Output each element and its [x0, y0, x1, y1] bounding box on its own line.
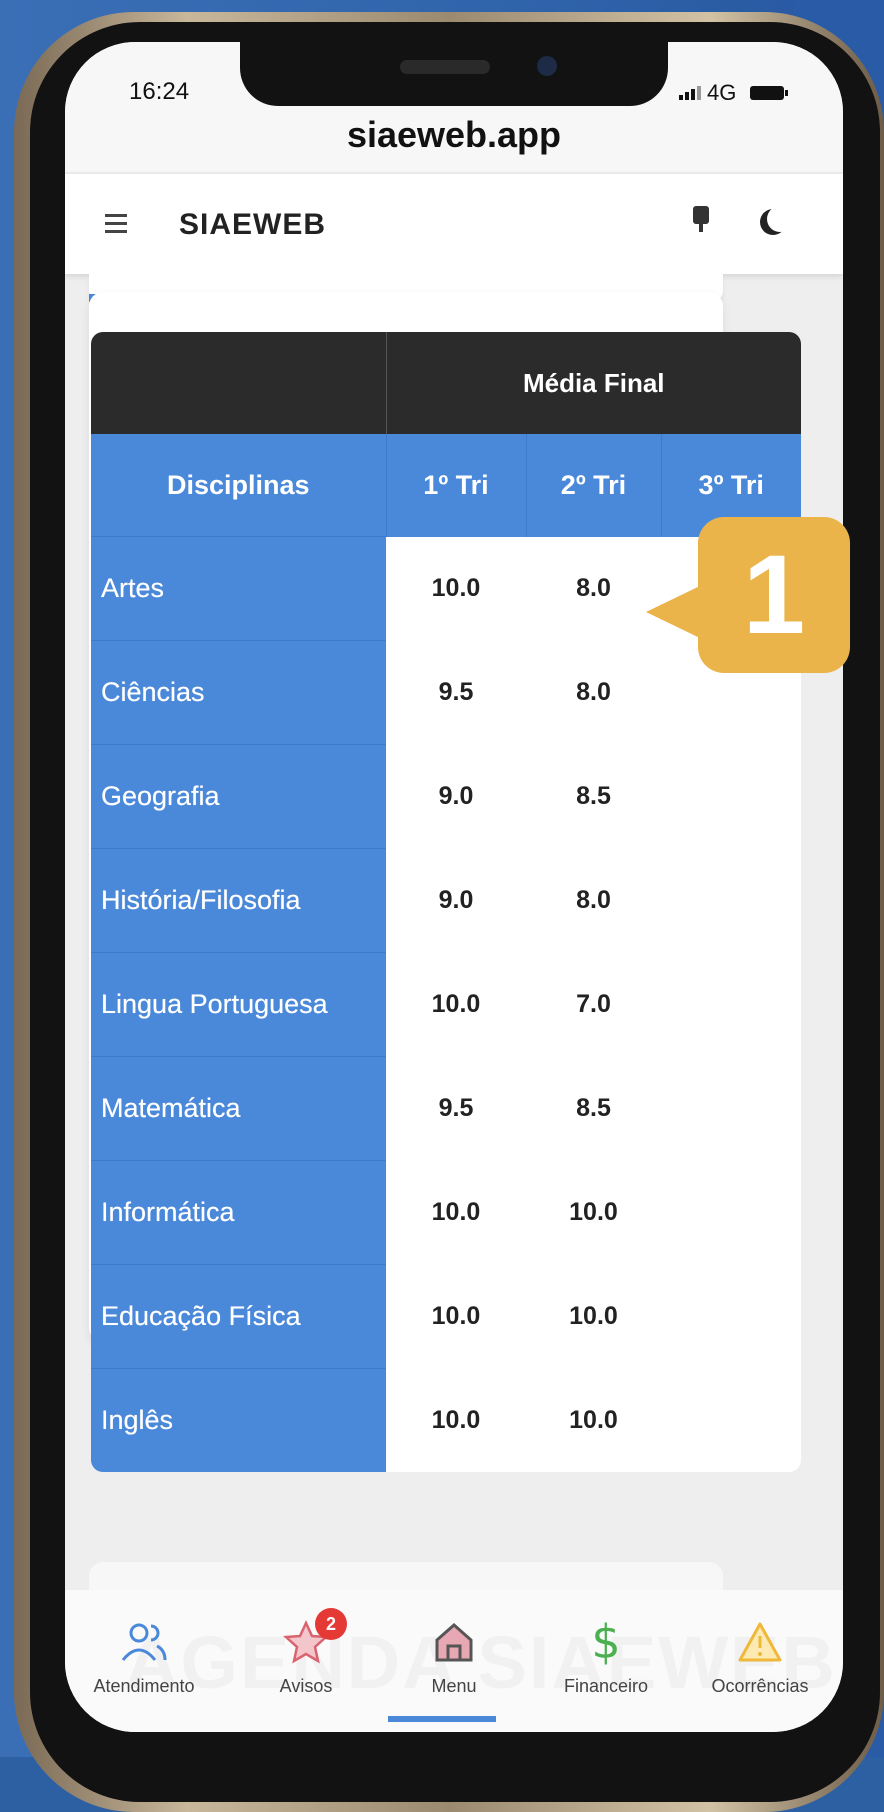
discipline-name: Matemática	[91, 1056, 386, 1161]
nav-label: Financeiro	[563, 1676, 649, 1696]
grade-3-tri	[661, 1264, 801, 1369]
table-row: Educação Física 10.0 10.0	[91, 1264, 801, 1369]
table-row: Informática 10.0 10.0	[91, 1160, 801, 1265]
home-icon	[379, 1612, 529, 1672]
nav-item-menu[interactable]: Menu	[379, 1612, 529, 1697]
users-icon	[69, 1612, 219, 1672]
table-row: Ciências 9.5 8.0	[91, 640, 801, 745]
warning-icon	[685, 1612, 835, 1672]
nav-item-atendimento[interactable]: Atendimento	[69, 1612, 219, 1697]
media-final-header: Média Final	[386, 332, 801, 434]
discipline-name: Educação Física	[91, 1264, 386, 1369]
grade-3-tri	[661, 952, 801, 1057]
network-type: 4G	[707, 80, 737, 105]
nav-label: Avisos	[279, 1676, 333, 1696]
table-row: Matemática 9.5 8.5	[91, 1056, 801, 1161]
notification-icon[interactable]	[693, 206, 709, 232]
star-icon: 2	[231, 1608, 381, 1672]
app-bar: SIAEWEB	[65, 174, 843, 274]
nav-item-ocorrencias[interactable]: Ocorrências	[685, 1612, 835, 1697]
battery-icon	[750, 86, 789, 100]
grade-2-tri: 10.0	[526, 1368, 661, 1472]
column-header-disciplinas: Disciplinas	[91, 434, 387, 537]
grade-3-tri	[661, 744, 801, 849]
avisos-badge: 2	[315, 1608, 347, 1640]
table-row: Inglês 10.0 10.0	[91, 1368, 801, 1472]
grade-2-tri: 8.0	[526, 640, 661, 745]
grade-1-tri: 10.0	[386, 1264, 526, 1369]
grade-2-tri: 10.0	[526, 1160, 661, 1265]
grade-2-tri: 8.5	[526, 1056, 661, 1161]
grade-3-tri	[661, 1056, 801, 1161]
discipline-name: Inglês	[91, 1368, 386, 1472]
nav-label: Ocorrências	[711, 1676, 809, 1696]
discipline-name: Lingua Portuguesa	[91, 952, 386, 1057]
browser-url[interactable]: siaeweb.app	[65, 114, 843, 156]
dark-mode-moon-icon[interactable]	[767, 206, 793, 232]
active-tab-indicator	[388, 1716, 496, 1722]
grade-3-tri	[661, 1160, 801, 1265]
discipline-name: História/Filosofia	[91, 848, 386, 953]
column-header-2-tri: 2º Tri	[526, 434, 662, 537]
grade-2-tri: 8.0	[526, 848, 661, 953]
phone-screen: 16:24 4G siaeweb.app SIAEWEB Média Final…	[65, 42, 843, 1732]
speaker	[400, 60, 490, 74]
table-row: Geografia 9.0 8.5	[91, 744, 801, 849]
camera-icon	[537, 56, 557, 76]
discipline-name: Geografia	[91, 744, 386, 849]
grade-1-tri: 10.0	[386, 1368, 526, 1472]
grade-1-tri: 9.0	[386, 744, 526, 849]
dollar-icon: $	[591, 1615, 621, 1669]
signal-icon	[679, 86, 701, 100]
callout-number-badge: 1	[698, 517, 850, 673]
status-signal: 4G	[679, 80, 789, 106]
grade-1-tri: 10.0	[386, 1160, 526, 1265]
table-row: História/Filosofia 9.0 8.0	[91, 848, 801, 953]
discipline-name: Ciências	[91, 640, 386, 745]
nav-label: Atendimento	[93, 1676, 195, 1696]
status-time: 16:24	[129, 78, 190, 105]
nav-item-avisos[interactable]: 2 Avisos	[231, 1608, 381, 1697]
table-row: Lingua Portuguesa 10.0 7.0	[91, 952, 801, 1057]
grade-1-tri: 10.0	[386, 536, 526, 641]
discipline-name: Informática	[91, 1160, 386, 1265]
grade-1-tri: 9.5	[386, 640, 526, 745]
header-blank-cell	[91, 332, 387, 434]
grade-2-tri: 8.5	[526, 744, 661, 849]
hamburger-menu-icon[interactable]	[105, 214, 127, 234]
notch	[240, 42, 668, 106]
status-bar: 16:24 4G siaeweb.app	[65, 42, 843, 172]
grade-2-tri: 8.0	[526, 536, 661, 641]
grade-1-tri: 9.0	[386, 848, 526, 953]
grade-2-tri: 10.0	[526, 1264, 661, 1369]
grades-table: Média Final Disciplinas 1º Tri 2º Tri 3º…	[91, 332, 801, 1472]
nav-item-financeiro[interactable]: $ Financeiro	[531, 1612, 681, 1697]
discipline-name: Artes	[91, 536, 386, 641]
grade-3-tri	[661, 848, 801, 953]
grade-3-tri	[661, 1368, 801, 1472]
app-brand: SIAEWEB	[179, 208, 327, 241]
grade-1-tri: 10.0	[386, 952, 526, 1057]
nav-label: Menu	[431, 1676, 477, 1696]
table-column-header-row: Disciplinas 1º Tri 2º Tri 3º Tri	[91, 434, 801, 537]
callout-pointer	[646, 584, 704, 640]
grade-2-tri: 7.0	[526, 952, 661, 1057]
grade-1-tri: 9.5	[386, 1056, 526, 1161]
column-header-1-tri: 1º Tri	[386, 434, 527, 537]
table-group-header-row: Média Final	[91, 332, 801, 434]
